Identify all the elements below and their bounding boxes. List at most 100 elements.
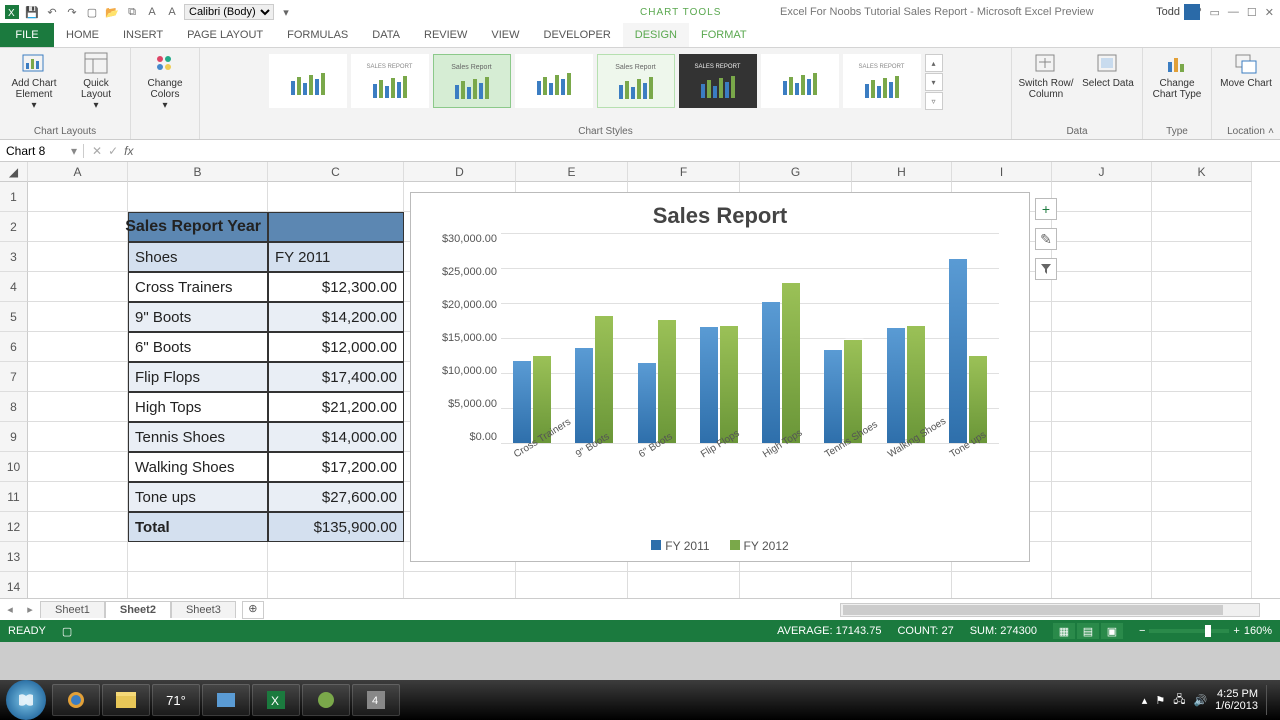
row-header[interactable]: 2 bbox=[0, 212, 28, 242]
row-header[interactable]: 12 bbox=[0, 512, 28, 542]
redo-icon[interactable]: ↷ bbox=[64, 4, 80, 20]
minimize-icon[interactable]: — bbox=[1228, 6, 1239, 19]
chart-style-7[interactable] bbox=[761, 54, 839, 108]
row-header[interactable]: 8 bbox=[0, 392, 28, 422]
worksheet-grid[interactable]: ◢ A B C D E F G H I J K 12Sales Report Y… bbox=[0, 162, 1280, 598]
row-header[interactable]: 10 bbox=[0, 452, 28, 482]
tab-design[interactable]: DESIGN bbox=[623, 23, 689, 47]
chart-style-6[interactable]: SALES REPORT bbox=[679, 54, 757, 108]
col-E[interactable]: E bbox=[516, 162, 628, 182]
new-icon[interactable]: ▢ bbox=[84, 4, 100, 20]
change-colors-button[interactable]: Change Colors ▾ bbox=[137, 50, 193, 111]
col-D[interactable]: D bbox=[404, 162, 516, 182]
chart-style-8[interactable]: SALES REPORT bbox=[843, 54, 921, 108]
add-sheet-button[interactable]: ⊕ bbox=[242, 601, 264, 619]
chart-legend[interactable]: FY 2011 FY 2012 bbox=[411, 539, 1029, 553]
row-header[interactable]: 5 bbox=[0, 302, 28, 332]
tab-format[interactable]: FORMAT bbox=[689, 23, 759, 47]
font-down-icon[interactable]: A bbox=[144, 4, 160, 20]
sheet-tab-3[interactable]: Sheet3 bbox=[171, 601, 236, 618]
collapse-ribbon-icon[interactable]: ˄ bbox=[1268, 126, 1274, 137]
row-header[interactable]: 9 bbox=[0, 422, 28, 452]
copy-icon[interactable]: ⧉ bbox=[124, 4, 140, 20]
col-A[interactable]: A bbox=[28, 162, 128, 182]
zoom-control[interactable]: −+160% bbox=[1139, 625, 1272, 637]
tab-view[interactable]: VIEW bbox=[479, 23, 531, 47]
add-chart-element-button[interactable]: Add Chart Element ▾ bbox=[6, 50, 62, 111]
qat-more-icon[interactable]: ▾ bbox=[278, 4, 294, 20]
undo-icon[interactable]: ↶ bbox=[44, 4, 60, 20]
tab-developer[interactable]: DEVELOPER bbox=[532, 23, 623, 47]
sheet-nav-next[interactable]: ▸ bbox=[20, 603, 40, 616]
chart-style-1[interactable] bbox=[269, 54, 347, 108]
quick-layout-button[interactable]: Quick Layout ▾ bbox=[68, 50, 124, 111]
start-button[interactable] bbox=[6, 680, 46, 720]
chart-style-4[interactable] bbox=[515, 54, 593, 108]
tab-review[interactable]: REVIEW bbox=[412, 23, 479, 47]
col-I[interactable]: I bbox=[952, 162, 1052, 182]
chart-styles-button[interactable]: ✎ bbox=[1035, 228, 1057, 250]
open-icon[interactable]: 📂 bbox=[104, 4, 120, 20]
save-icon[interactable]: 💾 bbox=[24, 4, 40, 20]
show-desktop[interactable] bbox=[1266, 685, 1274, 715]
chart-style-5[interactable]: Sales Report bbox=[597, 54, 675, 108]
switch-row-column-button[interactable]: Switch Row/ Column bbox=[1018, 50, 1074, 100]
cancel-formula-icon[interactable]: ✕ bbox=[92, 144, 102, 158]
tray-flag-icon[interactable]: ⚑ bbox=[1155, 694, 1165, 707]
close-icon[interactable]: ✕ bbox=[1265, 6, 1274, 19]
col-C[interactable]: C bbox=[268, 162, 404, 182]
tab-file[interactable]: FILE bbox=[0, 23, 54, 47]
tray-sound-icon[interactable]: 🔊 bbox=[1193, 694, 1207, 707]
chart-filter-button[interactable] bbox=[1035, 258, 1057, 280]
taskbar-explorer[interactable] bbox=[102, 684, 150, 716]
sheet-tab-2[interactable]: Sheet2 bbox=[105, 601, 171, 618]
col-F[interactable]: F bbox=[628, 162, 740, 182]
horizontal-scroll[interactable] bbox=[264, 603, 1280, 617]
taskbar-excel[interactable]: X bbox=[252, 684, 300, 716]
tab-data[interactable]: DATA bbox=[360, 23, 412, 47]
taskbar-firefox[interactable] bbox=[52, 684, 100, 716]
row-header[interactable]: 6 bbox=[0, 332, 28, 362]
chart-title[interactable]: Sales Report bbox=[411, 193, 1029, 233]
tab-pagelayout[interactable]: PAGE LAYOUT bbox=[175, 23, 275, 47]
ribbon-options-icon[interactable]: ▭ bbox=[1210, 6, 1220, 19]
font-up-icon[interactable]: A bbox=[164, 4, 180, 20]
change-chart-type-button[interactable]: Change Chart Type bbox=[1149, 50, 1205, 100]
taskbar-weather[interactable]: 71° bbox=[152, 684, 200, 716]
tray-network-icon[interactable]: 🖧 bbox=[1173, 691, 1185, 710]
tab-formulas[interactable]: FORMULAS bbox=[275, 23, 360, 47]
taskbar-app3[interactable]: 4 bbox=[352, 684, 400, 716]
row-header[interactable]: 13 bbox=[0, 542, 28, 572]
font-picker[interactable]: Calibri (Body) bbox=[184, 4, 274, 20]
row-header[interactable]: 1 bbox=[0, 182, 28, 212]
style-gallery-scroll[interactable]: ▴▾▿ bbox=[925, 54, 943, 110]
taskbar-app1[interactable] bbox=[202, 684, 250, 716]
chart-style-2[interactable]: SALES REPORT bbox=[351, 54, 429, 108]
system-tray[interactable]: ▴ ⚑ 🖧 🔊 4:25 PM1/6/2013 bbox=[1142, 685, 1274, 715]
sheet-nav-prev[interactable]: ◂ bbox=[0, 603, 20, 616]
col-G[interactable]: G bbox=[740, 162, 852, 182]
tab-home[interactable]: HOME bbox=[54, 23, 111, 47]
row-header[interactable]: 14 bbox=[0, 572, 28, 598]
enter-formula-icon[interactable]: ✓ bbox=[108, 144, 118, 158]
col-J[interactable]: J bbox=[1052, 162, 1152, 182]
fx-icon[interactable]: fx bbox=[124, 144, 133, 158]
name-box[interactable]: Chart 8▾ bbox=[0, 144, 84, 158]
col-H[interactable]: H bbox=[852, 162, 952, 182]
tray-up-icon[interactable]: ▴ bbox=[1142, 694, 1148, 707]
col-B[interactable]: B bbox=[128, 162, 268, 182]
sheet-tab-1[interactable]: Sheet1 bbox=[40, 601, 105, 618]
macro-record-icon[interactable]: ▢ bbox=[62, 625, 72, 638]
user-account[interactable]: Todd bbox=[1156, 4, 1200, 20]
taskbar-app2[interactable] bbox=[302, 684, 350, 716]
chart-plot-area[interactable]: $30,000.00$25,000.00$20,000.00$15,000.00… bbox=[501, 233, 999, 443]
select-data-button[interactable]: Select Data bbox=[1080, 50, 1136, 89]
row-header[interactable]: 3 bbox=[0, 242, 28, 272]
chart-elements-button[interactable]: + bbox=[1035, 198, 1057, 220]
maximize-icon[interactable]: ☐ bbox=[1247, 6, 1257, 19]
row-header[interactable]: 11 bbox=[0, 482, 28, 512]
row-header[interactable]: 4 bbox=[0, 272, 28, 302]
tab-insert[interactable]: INSERT bbox=[111, 23, 175, 47]
col-K[interactable]: K bbox=[1152, 162, 1252, 182]
view-buttons[interactable]: ▦▤▣ bbox=[1053, 623, 1123, 639]
